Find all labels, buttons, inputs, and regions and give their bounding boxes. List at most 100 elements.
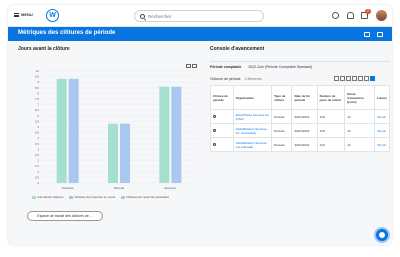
export-excel-icon[interactable] <box>334 76 339 81</box>
y-tick-label: 4 <box>37 136 39 140</box>
bar[interactable] <box>120 123 130 183</box>
divider <box>210 61 390 62</box>
table-count: 3 éléments <box>244 77 262 81</box>
table-row: GlobalModern Services, Inc. (Columbia) Pé… <box>210 123 390 138</box>
legend-label: Clôtures de l'exercice précédent <box>126 195 170 199</box>
y-tick-label: 3 <box>37 147 39 151</box>
y-tick-label: 1 <box>37 170 39 174</box>
x-tick-label: Exercice <box>165 186 177 190</box>
app-window: MENU W 2 Métriques des clôtures de pério… <box>8 5 392 245</box>
filter-icon[interactable] <box>346 76 351 81</box>
print-icon[interactable] <box>377 32 383 37</box>
chart-title: Jours avant la clôture <box>18 46 70 52</box>
column-header[interactable]: Organisation <box>232 85 273 110</box>
assistant-button[interactable] <box>374 227 390 243</box>
y-tick-label: 6 <box>37 114 39 118</box>
chat-icon[interactable] <box>332 12 339 19</box>
y-tick-label: 7,5 <box>35 97 40 101</box>
row-action-cell[interactable] <box>210 123 234 138</box>
logo-letter: W <box>49 12 56 19</box>
menu-label: MENU <box>21 12 33 17</box>
workday-logo[interactable]: W <box>46 9 59 22</box>
bar[interactable] <box>159 86 170 183</box>
table-cell: 30/01/2022 <box>291 109 318 124</box>
bar[interactable] <box>68 78 79 183</box>
table-cell[interactable]: GlobalModern Services Ltd (Canada) <box>232 137 273 152</box>
list-view-icon[interactable] <box>364 76 369 81</box>
bar-chart: 0 0,51 1,52 2,5 33,5 44,5 5 5,56 6,57 7,5 88,5 99,5… <box>35 69 196 190</box>
sort-icon[interactable] <box>352 76 357 81</box>
column-header[interactable]: Type de clôture <box>271 85 293 110</box>
table-cell: 30/01/2022 <box>291 137 318 152</box>
work-space-button[interactable]: Espace de travail des clôtures de ... <box>27 211 103 221</box>
menu-button[interactable]: MENU <box>14 12 33 17</box>
y-tick-label: 0 <box>37 181 39 185</box>
progress-table: Clôture de période Organisation Type de cl… <box>210 85 390 152</box>
y-tick-label: 0,5 <box>35 175 40 179</box>
search-icon[interactable] <box>213 114 216 118</box>
x-tick-label: Période <box>114 186 125 190</box>
legend-swatch <box>121 195 126 199</box>
table-cell[interactable]: GlobalModern Services, Inc. (Columbia) <box>232 123 273 138</box>
legend-item[interactable]: Clôtures de l'exercice en cours <box>69 195 115 199</box>
table-cell[interactable]: Termin <box>374 137 390 152</box>
inbox-badge: 2 <box>365 9 371 14</box>
column-header[interactable]: Date de fin période <box>291 85 318 110</box>
grid-view-icon[interactable] <box>370 76 375 81</box>
export-icon[interactable] <box>364 32 370 37</box>
table-cell: 14 <box>344 137 376 152</box>
search-icon <box>140 13 145 19</box>
table-cell[interactable]: Extra Planet Services Inc (USA) <box>232 109 273 124</box>
y-tick-label: 8 <box>37 91 39 95</box>
period-value: 2022-Juin (Période Comptable Standard) <box>248 65 313 69</box>
bell-icon[interactable] <box>347 12 354 19</box>
hamburger-icon <box>14 12 19 17</box>
fullscreen-icon[interactable] <box>358 76 363 81</box>
legend-item[interactable]: 4 dernières clôtures <box>32 195 63 199</box>
period-label: Période comptable <box>210 65 242 69</box>
table-header-row: Clôture de période Organisation Type de cl… <box>210 85 390 110</box>
top-bar: MENU W 2 <box>8 5 392 27</box>
legend-item[interactable]: Clôtures de l'exercice précédent <box>121 195 169 199</box>
column-header[interactable]: Lancer <box>374 85 390 110</box>
table-title-label: Clôtures de période <box>210 77 241 81</box>
legend-label: Clôtures de l'exercice en cours <box>74 195 116 199</box>
search-input[interactable] <box>148 13 248 19</box>
pdf-icon[interactable] <box>340 76 345 81</box>
search-box[interactable] <box>134 10 264 22</box>
row-action-cell[interactable] <box>210 137 234 152</box>
legend-label: 4 dernières clôtures <box>37 195 64 199</box>
assistant-icon <box>379 232 385 238</box>
y-tick-label: 1,5 <box>35 164 40 168</box>
search-icon[interactable] <box>213 128 216 132</box>
table-cell[interactable]: Termin <box>374 109 390 124</box>
column-header[interactable]: Nombre de jours de retard <box>316 85 346 110</box>
y-tick-label: 7 <box>37 103 39 107</box>
table-cell[interactable]: Termin <box>374 123 390 138</box>
y-tick-label: 5,5 <box>35 119 40 123</box>
bar[interactable] <box>108 123 118 183</box>
search-icon[interactable] <box>213 142 216 146</box>
table-cell: 14 <box>344 123 376 138</box>
console-title: Console d'avancement <box>210 46 265 52</box>
bar[interactable] <box>56 78 67 183</box>
bar[interactable] <box>171 86 182 183</box>
column-header[interactable]: Durée d'exécution (jours) <box>344 85 376 110</box>
row-action-cell[interactable] <box>210 109 234 124</box>
y-tick-label: 10 <box>36 69 40 73</box>
page-title: Métriques des clôtures de période <box>18 30 116 36</box>
legend-swatch <box>32 195 36 199</box>
avatar[interactable] <box>376 10 387 21</box>
table-cell: Période <box>271 109 293 124</box>
y-tick-label: 9 <box>37 80 39 84</box>
y-tick-label: 8,5 <box>35 86 40 90</box>
chart-legend: 4 dernières clôtures Clôtures de l'exerci… <box>32 195 169 199</box>
table-row: GlobalModern Services Ltd (Canada) Périod… <box>210 137 390 152</box>
column-header[interactable]: Clôture de période <box>210 85 234 110</box>
table-title: Clôtures de période 3 éléments <box>210 77 262 81</box>
y-tick-label: 2 <box>37 159 39 163</box>
table-row: Extra Planet Services Inc (USA) Période 30… <box>210 109 390 124</box>
y-tick-label: 4,5 <box>35 131 40 135</box>
table-cell: 14 <box>344 109 376 124</box>
table-toolbar <box>334 76 375 81</box>
